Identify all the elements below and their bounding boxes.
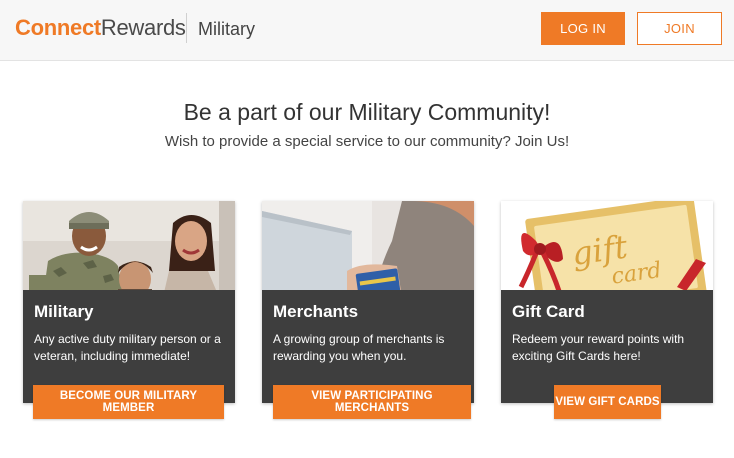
merchants-card: Merchants A growing group of merchants i… xyxy=(262,201,474,403)
section-name: Military xyxy=(198,19,255,39)
login-button[interactable]: LOG IN xyxy=(541,12,625,45)
join-button[interactable]: JOIN xyxy=(637,12,722,45)
military-card: Military Any active duty military person… xyxy=(23,201,235,403)
connectrewards-logo[interactable]: ConnectRewards xyxy=(15,15,186,41)
military-card-title: Military xyxy=(34,302,94,321)
logo-rewards-text: Rewards xyxy=(100,15,186,40)
gift-card-card-text: Redeem your reward points with exciting … xyxy=(512,332,685,363)
credit-card-laptop-photo xyxy=(262,201,474,297)
military-card-text: Any active duty military person or a vet… xyxy=(34,332,221,363)
page-title: Be a part of our Military Community! xyxy=(183,99,551,125)
gift-card-ribbon-photo: gift card xyxy=(501,201,713,297)
become-military-member-button[interactable]: BECOME OUR MILITARY MEMBER xyxy=(33,385,224,419)
view-gift-cards-button[interactable]: VIEW GIFT CARDS xyxy=(554,385,661,419)
military-family-photo xyxy=(23,201,235,297)
view-participating-merchants-button[interactable]: VIEW PARTICIPATING MERCHANTS xyxy=(273,385,471,419)
page-subtitle: Wish to provide a special service to our… xyxy=(164,133,570,150)
header-divider xyxy=(186,13,187,43)
gift-card-card-title: Gift Card xyxy=(512,302,585,321)
merchants-card-text: A growing group of merchants is rewardin… xyxy=(273,332,445,363)
logo-connect-text: Connect xyxy=(15,15,101,40)
merchants-card-title: Merchants xyxy=(273,302,359,321)
gift-card-card: gift card Gift Card Redeem your reward p… xyxy=(501,201,713,403)
top-header: ConnectRewards Military LOG IN JOIN xyxy=(0,0,734,61)
